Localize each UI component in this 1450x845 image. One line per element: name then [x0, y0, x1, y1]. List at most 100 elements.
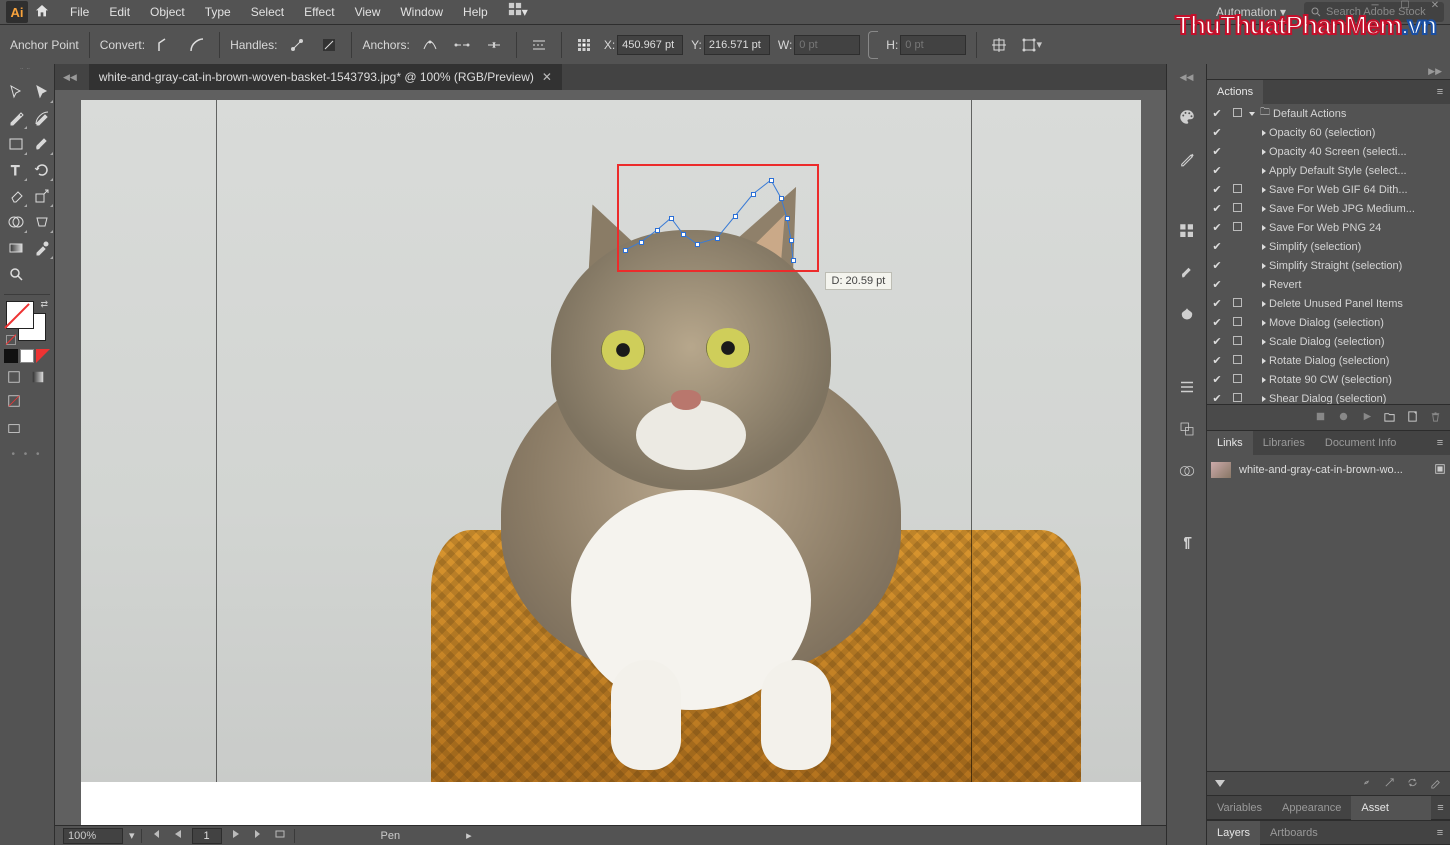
libraries-tab[interactable]: Libraries	[1253, 431, 1315, 455]
menu-object[interactable]: Object	[140, 0, 195, 24]
action-dialog-toggle[interactable]	[1227, 108, 1247, 120]
disclosure-icon[interactable]	[1247, 109, 1257, 119]
asset-export-tab[interactable]: Asset Export	[1351, 796, 1431, 820]
reference-point-icon[interactable]	[572, 33, 596, 57]
screenmode-gradient-icon[interactable]	[28, 367, 48, 387]
cut-path-icon[interactable]	[482, 33, 506, 57]
collapse-left-icon[interactable]: ◀◀	[63, 72, 77, 83]
action-toggle[interactable]: ✔	[1207, 316, 1227, 329]
rotate-tool-icon[interactable]	[30, 158, 54, 182]
automation-menu[interactable]: Automation ▾	[1206, 5, 1296, 19]
disclosure-icon[interactable]	[1259, 128, 1269, 138]
swatches-panel-icon[interactable]	[1173, 217, 1201, 245]
screen-mode-icon[interactable]	[4, 419, 24, 439]
action-toggle[interactable]: ✔	[1207, 221, 1227, 234]
anchor-point[interactable]	[715, 236, 720, 241]
action-toggle[interactable]: ✔	[1207, 240, 1227, 253]
action-dialog-toggle[interactable]	[1227, 298, 1247, 310]
fill-stroke-swatch[interactable]: ⇄	[4, 299, 50, 345]
shapebuilder-tool-icon[interactable]	[4, 210, 28, 234]
document-info-tab[interactable]: Document Info	[1315, 431, 1407, 455]
layers-tab[interactable]: Layers	[1207, 821, 1260, 845]
menu-window[interactable]: Window	[390, 0, 453, 24]
selection-tool-icon[interactable]	[4, 80, 28, 104]
pen-tool-icon[interactable]	[4, 106, 28, 130]
remove-anchor-icon[interactable]	[418, 33, 442, 57]
statusbar-dropdown-icon[interactable]: ▸	[466, 829, 472, 842]
artboard-number-input[interactable]	[192, 828, 222, 844]
disclosure-icon[interactable]	[1259, 356, 1269, 366]
action-toggle[interactable]: ✔	[1207, 183, 1227, 196]
align-selection-icon[interactable]	[987, 33, 1011, 57]
align-panel-icon[interactable]	[1173, 373, 1201, 401]
action-dialog-toggle[interactable]	[1227, 184, 1247, 196]
action-toggle[interactable]: ✔	[1207, 107, 1227, 120]
action-dialog-toggle[interactable]	[1227, 203, 1247, 215]
draw-behind-icon[interactable]	[20, 349, 34, 363]
convert-smooth-icon[interactable]	[185, 33, 209, 57]
disclosure-icon[interactable]	[1259, 318, 1269, 328]
action-toggle[interactable]: ✔	[1207, 145, 1227, 158]
relink-icon[interactable]	[1360, 776, 1373, 792]
stroke-panel-icon[interactable]	[1173, 145, 1201, 173]
action-item[interactable]: ✔Rotate Dialog (selection)	[1207, 351, 1450, 370]
first-artboard-icon[interactable]	[148, 829, 164, 842]
anchor-point[interactable]	[779, 196, 784, 201]
panel-menu-icon[interactable]: ≡	[1430, 827, 1450, 839]
action-dialog-toggle[interactable]	[1227, 355, 1247, 367]
disclosure-icon[interactable]	[1259, 223, 1269, 233]
artboards-tab[interactable]: Artboards	[1260, 821, 1328, 845]
action-toggle[interactable]: ✔	[1207, 297, 1227, 310]
scale-tool-icon[interactable]	[30, 184, 54, 208]
gradient-tool-icon[interactable]	[4, 236, 28, 260]
action-toggle[interactable]: ✔	[1207, 202, 1227, 215]
close-button[interactable]: ✕	[1420, 0, 1450, 18]
curvature-tool-icon[interactable]	[30, 106, 54, 130]
anchor-point[interactable]	[623, 248, 628, 253]
link-item[interactable]: white-and-gray-cat-in-brown-wo...	[1211, 459, 1446, 481]
action-item[interactable]: ✔Apply Default Style (select...	[1207, 161, 1450, 180]
action-item[interactable]: ✔Simplify Straight (selection)	[1207, 256, 1450, 275]
anchor-point[interactable]	[639, 240, 644, 245]
handles-show-icon[interactable]	[285, 33, 309, 57]
anchor-point[interactable]	[789, 238, 794, 243]
panel-menu-icon[interactable]: ≡	[1431, 802, 1450, 814]
update-link-icon[interactable]	[1406, 776, 1419, 792]
action-set-name[interactable]: Default Actions	[1273, 108, 1450, 120]
next-artboard-icon[interactable]	[228, 829, 244, 842]
swap-fill-stroke-icon[interactable]: ⇄	[40, 299, 48, 310]
show-link-info-icon[interactable]	[1215, 780, 1225, 787]
disclosure-icon[interactable]	[1259, 147, 1269, 157]
goto-link-icon[interactable]	[1383, 776, 1396, 792]
start-menu-icon[interactable]: ▾	[498, 0, 538, 24]
brushes-panel-icon[interactable]	[1173, 259, 1201, 287]
action-toggle[interactable]: ✔	[1207, 126, 1227, 139]
action-toggle[interactable]: ✔	[1207, 392, 1227, 404]
anchor-point[interactable]	[655, 228, 660, 233]
document-tab[interactable]: white-and-gray-cat-in-brown-woven-basket…	[89, 64, 562, 90]
variables-tab[interactable]: Variables	[1207, 796, 1272, 820]
link-wh-icon[interactable]	[868, 31, 878, 59]
disclosure-icon[interactable]	[1259, 394, 1269, 404]
anchor-point[interactable]	[785, 216, 790, 221]
draw-normal-icon[interactable]	[4, 349, 18, 363]
screenmode-color-icon[interactable]	[4, 367, 24, 387]
transform-icon[interactable]: ▾	[1019, 33, 1043, 57]
anchor-point[interactable]	[695, 242, 700, 247]
panel-menu-icon[interactable]: ≡	[1430, 437, 1450, 449]
action-item[interactable]: ✔Opacity 40 Screen (selecti...	[1207, 142, 1450, 161]
play-icon[interactable]	[1360, 410, 1373, 426]
action-item[interactable]: ✔Save For Web GIF 64 Dith...	[1207, 180, 1450, 199]
new-set-icon[interactable]	[1383, 410, 1396, 426]
free-transform-tool-icon[interactable]	[30, 210, 54, 234]
anchor-point[interactable]	[751, 192, 756, 197]
minimize-button[interactable]: ─	[1360, 0, 1390, 18]
action-item[interactable]: ✔Save For Web JPG Medium...	[1207, 199, 1450, 218]
disclosure-icon[interactable]	[1259, 242, 1269, 252]
type-tool-icon[interactable]: T	[4, 158, 28, 182]
symbols-panel-icon[interactable]	[1173, 301, 1201, 329]
home-icon[interactable]	[34, 3, 60, 22]
artboard-nav-icon[interactable]	[272, 829, 288, 842]
panel-menu-icon[interactable]: ≡	[1430, 86, 1450, 98]
disclosure-icon[interactable]	[1259, 261, 1269, 271]
